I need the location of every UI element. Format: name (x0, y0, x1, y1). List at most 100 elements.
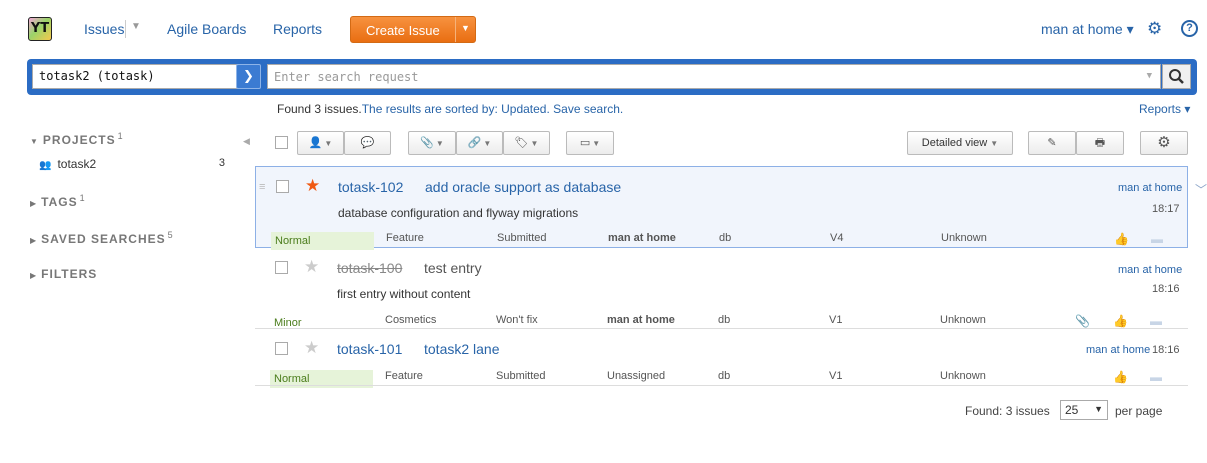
save-search-link[interactable]: Save search. (553, 102, 623, 116)
issue-reporter[interactable]: man at home (1086, 344, 1150, 356)
search-context-select[interactable]: totask2 (totask) ▼ (32, 64, 255, 89)
chevron-down-icon[interactable]: ▼ (461, 23, 470, 33)
issue-checkbox[interactable] (275, 342, 288, 355)
drag-handle-icon[interactable]: ≡ (259, 181, 265, 193)
section-label: PROJECTS (42, 133, 116, 147)
field-state[interactable]: Submitted (496, 370, 546, 382)
field-affected-version[interactable]: Unknown (940, 370, 986, 382)
thumbs-up-icon[interactable]: 👍 (1114, 232, 1129, 246)
field-subsystem[interactable]: db (719, 232, 731, 244)
field-fix-version[interactable]: V1 (829, 314, 842, 326)
issue-row[interactable]: ★ totask-101 totask2 lane man at home 18… (255, 329, 1188, 388)
field-type[interactable]: Cosmetics (385, 314, 436, 326)
paperclip-icon: 📎 (420, 137, 434, 149)
thumbs-up-icon[interactable]: 👍 (1113, 314, 1128, 328)
issue-fields: Normal Feature Submitted man at home db … (271, 229, 1181, 250)
edit-button[interactable]: ✎ (1028, 131, 1076, 155)
comment-button[interactable]: 💬 (344, 131, 391, 155)
issue-reporter[interactable]: man at home (1118, 182, 1182, 194)
search-icon (1169, 69, 1184, 84)
field-type[interactable]: Feature (385, 370, 423, 382)
chevron-down-icon: ▼ (1094, 404, 1103, 414)
field-assignee[interactable]: Unassigned (607, 370, 665, 382)
field-fix-version[interactable]: V1 (829, 370, 842, 382)
attach-button[interactable]: 📎 ▼ (408, 131, 456, 155)
paperclip-icon[interactable]: 📎 (1075, 314, 1090, 328)
found-count: Found 3 issues. (277, 102, 362, 116)
issue-updated-time: 18:16 (1152, 283, 1180, 295)
help-icon[interactable]: ? (1181, 20, 1198, 37)
issue-summary[interactable]: add oracle support as database (425, 179, 621, 195)
tag-icon: 🏷 (514, 137, 529, 149)
chevron-down-icon[interactable]: ﹀ (1195, 181, 1207, 198)
field-state[interactable]: Won't fix (496, 314, 538, 326)
issue-description: database configuration and flyway migrat… (338, 206, 579, 220)
issue-id[interactable]: totask-101 (337, 341, 402, 357)
comment-icon[interactable]: ▬ (1150, 314, 1162, 328)
button-divider (455, 17, 456, 42)
link-button[interactable]: 🔗 ▼ (456, 131, 503, 155)
sort-info[interactable]: The results are sorted by: Updated. (362, 102, 550, 116)
select-all-checkbox[interactable] (275, 136, 288, 149)
sidebar-item-totask2[interactable]: 👥 totask2 3 (39, 157, 225, 171)
command-window-icon: ▭ (579, 137, 591, 149)
field-type[interactable]: Feature (386, 232, 424, 244)
field-state[interactable]: Submitted (497, 232, 547, 244)
settings-button[interactable]: ⚙ (1140, 131, 1188, 155)
star-icon[interactable]: ★ (304, 338, 319, 358)
issue-summary[interactable]: test entry (424, 260, 482, 276)
field-affected-version[interactable]: Unknown (941, 232, 987, 244)
nav-reports[interactable]: Reports (273, 21, 322, 37)
sidebar-section-filters[interactable]: ▶ FILTERS (30, 267, 97, 281)
chevron-down-icon[interactable]: ▼ (131, 21, 141, 32)
search-context-go-button[interactable]: ❯ (236, 64, 261, 89)
app-logo[interactable]: YT (28, 17, 52, 41)
command-button[interactable]: ▭ ▼ (566, 131, 614, 155)
print-button[interactable]: 🖶 (1076, 131, 1124, 155)
row-divider (255, 385, 1188, 386)
triangle-right-icon: ▶ (30, 271, 38, 280)
issue-summary[interactable]: totask2 lane (424, 341, 500, 357)
collapse-sidebar-icon[interactable]: ◀ (243, 136, 250, 147)
issue-fields: Normal Feature Submitted Unassigned db V… (270, 367, 1180, 388)
issue-row[interactable]: ≡ ★ totask-102 add oracle support as dat… (255, 166, 1188, 250)
printer-icon: 🖶 (1094, 137, 1106, 149)
triangle-down-icon: ▼ (30, 137, 39, 146)
field-affected-version[interactable]: Unknown (940, 314, 986, 326)
field-subsystem[interactable]: db (718, 314, 730, 326)
field-assignee[interactable]: man at home (607, 314, 675, 326)
assign-button[interactable]: 👤 ▼ (297, 131, 344, 155)
search-button[interactable] (1162, 64, 1191, 89)
field-assignee[interactable]: man at home (608, 232, 676, 244)
tag-button[interactable]: 🏷 ▼ (503, 131, 550, 155)
field-subsystem[interactable]: db (718, 370, 730, 382)
comment-icon[interactable]: ▬ (1150, 370, 1162, 384)
issue-row[interactable]: ★ totask-100 test entry first entry with… (255, 248, 1188, 329)
nav-issues[interactable]: Issues (84, 21, 124, 37)
per-page-select[interactable]: 25 ▼ (1060, 400, 1108, 420)
section-count: 1 (79, 193, 86, 203)
issue-id[interactable]: totask-100 (337, 260, 402, 276)
sidebar-section-tags[interactable]: ▶ TAGS 1 (30, 193, 86, 209)
create-issue-button[interactable]: Create Issue ▼ (350, 16, 476, 43)
gear-icon[interactable]: ⚙ (1147, 20, 1165, 38)
user-menu[interactable]: man at home ▾ (1041, 21, 1134, 38)
star-icon[interactable]: ★ (304, 257, 319, 277)
issue-id[interactable]: totask-102 (338, 179, 403, 195)
star-icon[interactable]: ★ (305, 176, 320, 196)
issue-reporter[interactable]: man at home (1118, 264, 1182, 276)
create-issue-label: Create Issue (366, 23, 440, 38)
field-fix-version[interactable]: V4 (830, 232, 843, 244)
reports-menu[interactable]: Reports ▾ (1139, 102, 1190, 116)
issue-checkbox[interactable] (276, 180, 289, 193)
view-mode-select[interactable]: Detailed view ▼ (907, 131, 1013, 155)
per-page-label: per page (1115, 404, 1163, 418)
nav-agile-boards[interactable]: Agile Boards (167, 21, 246, 37)
search-placeholder: Enter search request (274, 70, 419, 84)
issue-checkbox[interactable] (275, 261, 288, 274)
thumbs-up-icon[interactable]: 👍 (1113, 370, 1128, 384)
comment-icon[interactable]: ▬ (1151, 232, 1163, 246)
sidebar-section-projects[interactable]: ▼ PROJECTS 1 (30, 131, 124, 147)
sidebar-section-saved-searches[interactable]: ▶ SAVED SEARCHES 5 (30, 230, 174, 246)
search-input[interactable]: Enter search request ▼ (267, 64, 1161, 89)
